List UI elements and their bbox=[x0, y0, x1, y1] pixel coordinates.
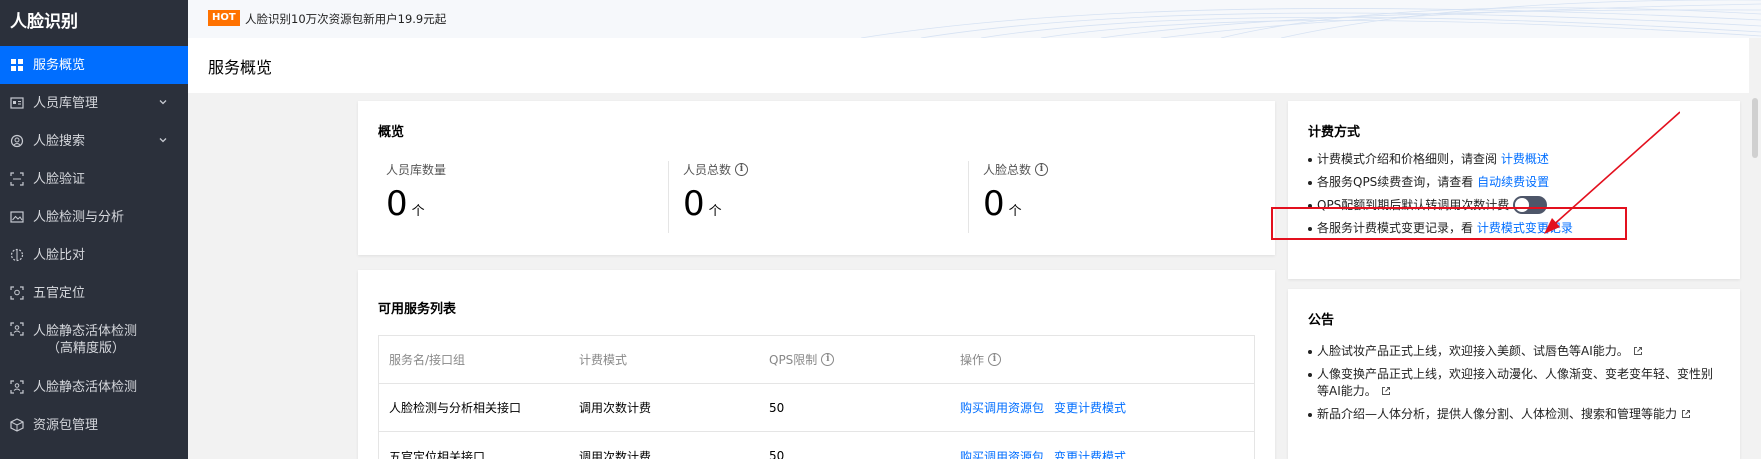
sidebar-item-resource-package[interactable]: 资源包管理 bbox=[0, 406, 188, 444]
qps-limit: 50 bbox=[769, 400, 785, 415]
stat-face-total: 人脸总数 i 0个 bbox=[983, 161, 1263, 235]
hot-badge: HOT bbox=[208, 10, 240, 26]
sidebar-item-label: 人脸验证 bbox=[33, 171, 86, 187]
promo-bar: HOT 人脸识别10万次资源包新用户19.9元起 bbox=[188, 0, 1761, 38]
stat-value: 0 bbox=[983, 184, 1005, 224]
decorative-wave-lines bbox=[861, 0, 1761, 38]
package-icon bbox=[10, 418, 24, 432]
info-icon[interactable]: i bbox=[735, 163, 749, 176]
notice-card: 公告 人脸试妆产品正式上线，欢迎接入美颜、试唇色等AI能力。 人像变换产品正式上… bbox=[1288, 289, 1740, 459]
list-item[interactable]: 人脸试妆产品正式上线，欢迎接入美颜、试唇色等AI能力。 bbox=[1308, 343, 1720, 360]
table-row: 五官定位相关接口 调用次数计费 50 购买调用资源包 变更计费模式 bbox=[379, 432, 1254, 459]
sidebar-item-label: 人员库管理 bbox=[33, 95, 99, 111]
sidebar-item-label: 服务概览 bbox=[33, 57, 86, 73]
external-link-icon bbox=[1381, 387, 1390, 395]
face-landmark-icon bbox=[10, 286, 24, 300]
change-billing-link[interactable]: 变更计费模式 bbox=[1054, 399, 1126, 416]
promo-link[interactable]: 人脸识别10万次资源包新用户19.9元起 bbox=[245, 11, 446, 27]
stat-label: 人员库数量 bbox=[386, 163, 447, 177]
services-table: 服务名/接口组 计费模式 QPS限制 i 操作 i 人脸检测与分析相关接口 调用次数… bbox=[378, 335, 1255, 459]
services-title: 可用服务列表 bbox=[378, 302, 457, 317]
face-search-icon bbox=[10, 134, 24, 148]
table-header-row: 服务名/接口组 计费模式 QPS限制 i 操作 i bbox=[379, 336, 1254, 384]
notice-text: 人像变换产品正式上线，欢迎接入动漫化、人像渐变、变老变年轻、变性别等AI能力。 bbox=[1317, 367, 1714, 398]
external-link-icon bbox=[1682, 410, 1691, 418]
sidebar-item-face-detect-analyze[interactable]: 人脸检测与分析 bbox=[0, 198, 188, 236]
service-name: 五官定位相关接口 bbox=[389, 449, 486, 459]
annotation-arrow-icon bbox=[1544, 111, 1680, 234]
page-header: 服务概览 bbox=[188, 38, 1761, 93]
sidebar-item-face-search[interactable]: 人脸搜索 bbox=[0, 122, 188, 160]
stat-unit: 个 bbox=[708, 204, 722, 219]
qps-limit: 50 bbox=[769, 449, 785, 459]
divider bbox=[968, 161, 969, 233]
billing-title: 计费方式 bbox=[1308, 125, 1361, 140]
table-row: 人脸检测与分析相关接口 调用次数计费 50 购买调用资源包 变更计费模式 bbox=[379, 384, 1254, 432]
notice-list: 人脸试妆产品正式上线，欢迎接入美颜、试唇色等AI能力。 人像变换产品正式上线，欢… bbox=[1308, 343, 1720, 423]
sidebar-item-face-compare[interactable]: 人脸比对 bbox=[0, 236, 188, 274]
sidebar-item-label: 五官定位 bbox=[33, 285, 86, 301]
list-item[interactable]: 新品介绍—人体分析，提供人像分割、人体检测、搜索和管理等能力 bbox=[1308, 406, 1720, 423]
change-billing-link[interactable]: 变更计费模式 bbox=[1054, 448, 1126, 459]
id-card-icon bbox=[10, 96, 24, 110]
dashboard-icon bbox=[10, 58, 24, 72]
billing-text: 各服务QPS续费查询，请查看 bbox=[1317, 175, 1474, 189]
stat-value: 0 bbox=[683, 184, 705, 224]
image-analysis-icon bbox=[10, 210, 24, 224]
scrollbar[interactable] bbox=[1749, 38, 1761, 459]
sidebar-item-face-landmark[interactable]: 五官定位 bbox=[0, 274, 188, 312]
sidebar-item-label: 人脸静态活体检测 bbox=[33, 379, 138, 395]
page-title: 服务概览 bbox=[208, 58, 273, 77]
divider bbox=[668, 161, 669, 233]
stat-label: 人脸总数 bbox=[983, 163, 1032, 177]
chevron-down-icon bbox=[159, 100, 167, 105]
liveness-icon bbox=[10, 380, 24, 394]
scrollbar-thumb[interactable] bbox=[1752, 98, 1758, 158]
sidebar-item-liveness-hd[interactable]: 人脸静态活体检测 （高精度版） bbox=[0, 312, 188, 368]
list-item[interactable]: 人像变换产品正式上线，欢迎接入动漫化、人像渐变、变老变年轻、变性别等AI能力。 bbox=[1308, 366, 1720, 400]
buy-package-link[interactable]: 购买调用资源包 bbox=[960, 399, 1044, 416]
sidebar: 人脸识别 服务概览 人员库管理 人脸搜索 人脸验证 人脸检测与分析 人脸比对 五… bbox=[0, 0, 188, 459]
sidebar-item-liveness[interactable]: 人脸静态活体检测 bbox=[0, 368, 188, 406]
app-title: 人脸识别 bbox=[10, 12, 78, 32]
notice-title: 公告 bbox=[1308, 313, 1335, 328]
info-icon[interactable]: i bbox=[988, 353, 1002, 366]
service-name: 人脸检测与分析相关接口 bbox=[389, 401, 522, 415]
stat-label: 人员总数 bbox=[683, 163, 732, 177]
sidebar-item-label: 人脸比对 bbox=[33, 247, 86, 263]
column-header: QPS限制 bbox=[769, 353, 818, 367]
stat-unit: 个 bbox=[1008, 204, 1022, 219]
billing-mode: 调用次数计费 bbox=[579, 449, 652, 459]
column-header: 服务名/接口组 bbox=[389, 353, 466, 367]
column-header: 操作 bbox=[960, 353, 985, 367]
buy-package-link[interactable]: 购买调用资源包 bbox=[960, 448, 1044, 459]
stat-value: 0 bbox=[386, 184, 408, 224]
sidebar-item-person-library[interactable]: 人员库管理 bbox=[0, 84, 188, 122]
scan-verify-icon bbox=[10, 172, 24, 186]
sidebar-item-service-overview[interactable]: 服务概览 bbox=[0, 46, 188, 84]
stat-library-count: 人员库数量 0个 bbox=[386, 161, 666, 235]
notice-text: 人脸试妆产品正式上线，欢迎接入美颜、试唇色等AI能力。 bbox=[1317, 344, 1629, 358]
info-icon[interactable]: i bbox=[821, 353, 835, 366]
sidebar-item-label: 人脸检测与分析 bbox=[33, 209, 125, 225]
sidebar-item-label-line2: （高精度版） bbox=[47, 341, 126, 356]
info-icon[interactable]: i bbox=[1035, 163, 1049, 176]
sidebar-item-label: 人脸搜索 bbox=[33, 133, 86, 149]
external-link-icon bbox=[1633, 347, 1642, 355]
sidebar-item-face-verify[interactable]: 人脸验证 bbox=[0, 160, 188, 198]
billing-mode: 调用次数计费 bbox=[579, 401, 652, 415]
overview-title: 概览 bbox=[378, 125, 405, 140]
liveness-hd-icon bbox=[10, 322, 24, 336]
services-card: 可用服务列表 服务名/接口组 计费模式 QPS限制 i 操作 i 人脸检测与分析相关… bbox=[358, 270, 1275, 459]
stat-unit: 个 bbox=[411, 204, 425, 219]
stat-person-total: 人员总数 i 0个 bbox=[683, 161, 963, 235]
overview-card: 概览 人员库数量 0个 人员总数 i 0个 人脸总数 i 0个 bbox=[358, 101, 1275, 255]
notice-text: 新品介绍—人体分析，提供人像分割、人体检测、搜索和管理等能力 bbox=[1317, 407, 1678, 421]
column-header: 计费模式 bbox=[579, 353, 628, 367]
sidebar-item-label: 人脸静态活体检测 bbox=[33, 324, 138, 339]
sidebar-item-label: 资源包管理 bbox=[33, 417, 99, 433]
compare-icon bbox=[10, 248, 24, 262]
billing-text: 计费模式介绍和价格细则，请查阅 bbox=[1317, 152, 1498, 166]
chevron-down-icon bbox=[159, 138, 167, 143]
